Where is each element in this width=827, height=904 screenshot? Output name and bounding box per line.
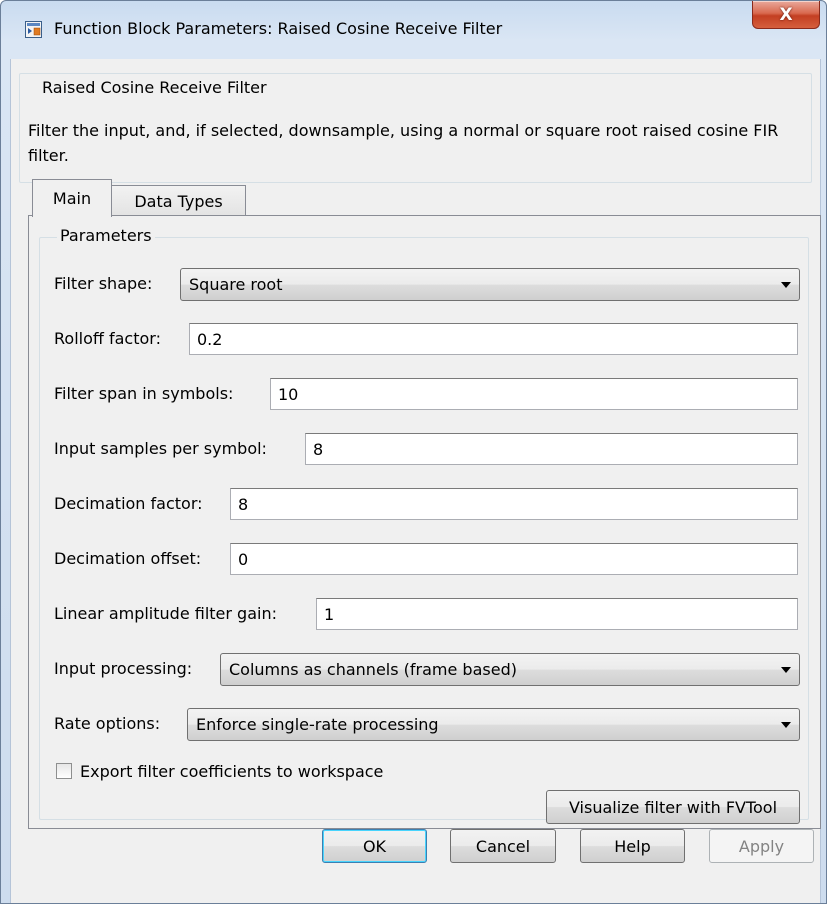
filter-span-label: Filter span in symbols: — [54, 384, 234, 403]
close-button[interactable]: X — [752, 1, 820, 29]
apply-button[interactable]: Apply — [709, 829, 814, 863]
ok-button-label: OK — [362, 836, 387, 856]
parameters-group-title: Parameters — [57, 226, 155, 245]
window-title: Function Block Parameters: Raised Cosine… — [54, 19, 503, 38]
apply-button-label: Apply — [738, 836, 785, 856]
rate-options-value: Enforce single-rate processing — [196, 715, 439, 734]
input-processing-label: Input processing: — [54, 659, 193, 678]
rate-options-label: Rate options: — [54, 714, 161, 733]
export-coefficients-label[interactable]: Export filter coefficients to workspace — [80, 762, 383, 781]
visualize-filter-button[interactable]: Visualize filter with FVTool — [546, 790, 800, 824]
input-processing-select[interactable]: Columns as channels (frame based) — [220, 653, 800, 686]
chevron-down-icon — [781, 667, 791, 673]
filter-shape-value: Square root — [189, 275, 283, 294]
description-group: Raised Cosine Receive Filter Filter the … — [19, 73, 812, 183]
decimation-factor-label: Decimation factor: — [54, 494, 203, 513]
dialog-window: Function Block Parameters: Raised Cosine… — [0, 0, 827, 904]
title-bar[interactable]: Function Block Parameters: Raised Cosine… — [1, 1, 826, 59]
parameters-group: Parameters Filter shape: Square root Rol… — [39, 226, 809, 824]
block-description: Filter the input, and, if selected, down… — [28, 121, 779, 165]
filter-shape-label: Filter shape: — [54, 274, 153, 293]
decimation-factor-field[interactable] — [230, 488, 798, 520]
filter-gain-field[interactable] — [316, 598, 798, 630]
tab-main[interactable]: Main — [32, 179, 112, 217]
input-samples-label: Input samples per symbol: — [54, 439, 267, 458]
tab-data-types-label: Data Types — [134, 191, 223, 211]
rolloff-factor-label: Rolloff factor: — [54, 329, 161, 348]
input-processing-value: Columns as channels (frame based) — [229, 660, 517, 679]
dialog-client-area: Raised Cosine Receive Filter Filter the … — [10, 59, 821, 903]
tab-data-types[interactable]: Data Types — [112, 185, 246, 216]
ok-button[interactable]: OK — [322, 829, 427, 863]
filter-gain-label: Linear amplitude filter gain: — [54, 604, 277, 623]
help-button-label: Help — [614, 836, 651, 856]
description-group-title: Raised Cosine Receive Filter — [38, 78, 271, 97]
input-samples-field[interactable] — [305, 433, 798, 465]
chevron-down-icon — [781, 722, 791, 728]
simulink-block-icon — [25, 21, 42, 38]
visualize-filter-button-label: Visualize filter with FVTool — [568, 797, 778, 817]
decimation-offset-label: Decimation offset: — [54, 549, 202, 568]
chevron-down-icon — [781, 282, 791, 288]
tab-panel-main: Parameters Filter shape: Square root Rol… — [28, 215, 821, 829]
help-button[interactable]: Help — [580, 829, 685, 863]
export-coefficients-checkbox[interactable] — [56, 763, 72, 779]
close-icon: X — [779, 4, 793, 25]
tab-main-label: Main — [52, 189, 92, 208]
cancel-button-label: Cancel — [475, 836, 531, 856]
cancel-button[interactable]: Cancel — [450, 829, 556, 863]
rolloff-factor-field[interactable] — [189, 323, 798, 355]
decimation-offset-field[interactable] — [230, 543, 798, 575]
filter-span-field[interactable] — [270, 378, 798, 410]
filter-shape-select[interactable]: Square root — [180, 268, 800, 301]
rate-options-select[interactable]: Enforce single-rate processing — [187, 708, 800, 741]
